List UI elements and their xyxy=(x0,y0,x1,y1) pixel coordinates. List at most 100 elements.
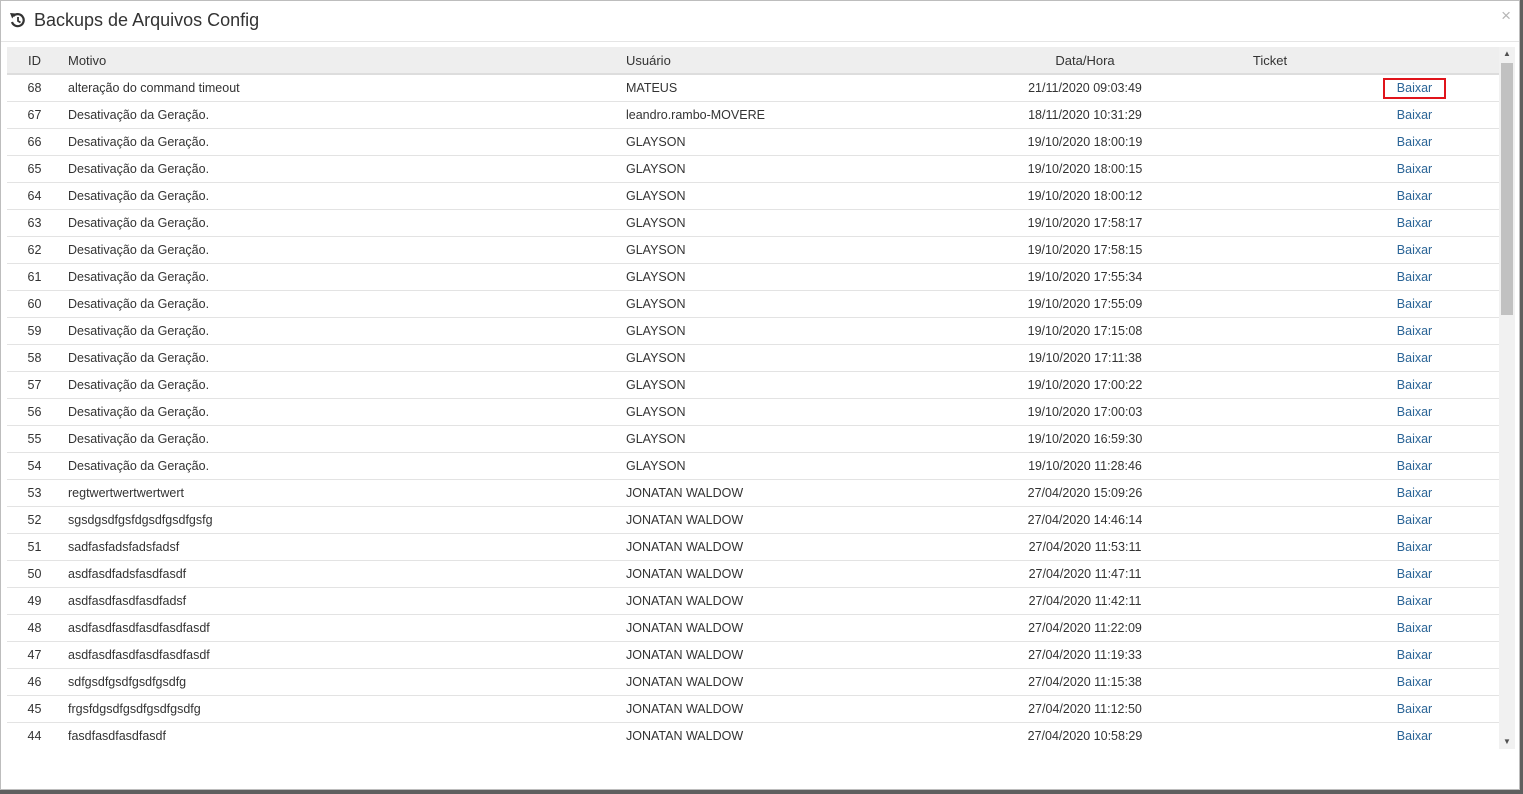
cell-action: Baixar xyxy=(1330,128,1499,156)
cell-id: 64 xyxy=(7,182,62,210)
cell-ticket xyxy=(1210,209,1330,237)
cell-id: 65 xyxy=(7,155,62,183)
cell-ticket xyxy=(1210,101,1330,129)
download-link[interactable]: Baixar xyxy=(1382,77,1447,99)
scroll-down-arrow-icon[interactable]: ▼ xyxy=(1499,735,1515,749)
download-link[interactable]: Baixar xyxy=(1385,350,1444,367)
cell-id: 56 xyxy=(7,398,62,426)
cell-action: Baixar xyxy=(1330,290,1499,318)
cell-data-hora: 27/04/2020 11:53:11 xyxy=(960,533,1210,561)
table-row: 44 fasdfasdfasdfasdf JONATAN WALDOW 27/04/2… xyxy=(7,722,1499,749)
cell-id: 45 xyxy=(7,695,62,723)
download-link[interactable]: Baixar xyxy=(1385,269,1444,286)
cell-usuario: JONATAN WALDOW xyxy=(620,587,960,615)
backup-dialog: Backups de Arquivos Config × ID Motivo U… xyxy=(0,0,1520,790)
cell-action: Baixar xyxy=(1330,425,1499,453)
cell-motivo: Desativação da Geração. xyxy=(62,371,620,399)
cell-usuario: GLAYSON xyxy=(620,344,960,372)
download-link[interactable]: Baixar xyxy=(1385,620,1444,637)
cell-ticket xyxy=(1210,560,1330,588)
column-header-data-hora: Data/Hora xyxy=(960,47,1210,75)
cell-data-hora: 27/04/2020 11:19:33 xyxy=(960,641,1210,669)
cell-motivo: Desativação da Geração. xyxy=(62,425,620,453)
download-link[interactable]: Baixar xyxy=(1385,701,1444,718)
download-link[interactable]: Baixar xyxy=(1385,431,1444,448)
cell-motivo: sdfgsdfgsdfgsdfgsdfg xyxy=(62,668,620,696)
cell-usuario: JONATAN WALDOW xyxy=(620,614,960,642)
cell-usuario: JONATAN WALDOW xyxy=(620,533,960,561)
download-link[interactable]: Baixar xyxy=(1385,674,1444,691)
download-link[interactable]: Baixar xyxy=(1385,539,1444,556)
cell-ticket xyxy=(1210,317,1330,345)
cell-id: 52 xyxy=(7,506,62,534)
cell-data-hora: 19/10/2020 17:11:38 xyxy=(960,344,1210,372)
backup-table-container: ID Motivo Usuário Data/Hora Ticket 68 alt… xyxy=(7,47,1515,749)
cell-id: 66 xyxy=(7,128,62,156)
cell-id: 58 xyxy=(7,344,62,372)
cell-ticket xyxy=(1210,290,1330,318)
table-header-row: ID Motivo Usuário Data/Hora Ticket xyxy=(7,47,1499,75)
download-link[interactable]: Baixar xyxy=(1385,242,1444,259)
cell-usuario: GLAYSON xyxy=(620,425,960,453)
download-link[interactable]: Baixar xyxy=(1385,323,1444,340)
download-link[interactable]: Baixar xyxy=(1385,512,1444,529)
cell-data-hora: 27/04/2020 14:46:14 xyxy=(960,506,1210,534)
cell-motivo: sgsdgsdfgsfdgsdfgsdfgsfg xyxy=(62,506,620,534)
cell-usuario: JONATAN WALDOW xyxy=(620,641,960,669)
cell-action: Baixar xyxy=(1330,587,1499,615)
cell-usuario: leandro.rambo-MOVERE xyxy=(620,101,960,129)
cell-motivo: sadfasfadsfadsfadsf xyxy=(62,533,620,561)
cell-id: 60 xyxy=(7,290,62,318)
cell-action: Baixar xyxy=(1330,74,1499,102)
table-row: 61 Desativação da Geração. GLAYSON 19/10/20… xyxy=(7,263,1499,291)
cell-ticket xyxy=(1210,695,1330,723)
cell-ticket xyxy=(1210,641,1330,669)
cell-motivo: regtwertwertwertwert xyxy=(62,479,620,507)
scroll-up-arrow-icon[interactable]: ▲ xyxy=(1499,47,1515,61)
cell-motivo: asdfasdfasdfasdfadsf xyxy=(62,587,620,615)
vertical-scrollbar[interactable]: ▲ ▼ xyxy=(1499,47,1515,749)
cell-motivo: Desativação da Geração. xyxy=(62,128,620,156)
cell-usuario: GLAYSON xyxy=(620,128,960,156)
table-row: 65 Desativação da Geração. GLAYSON 19/10/20… xyxy=(7,155,1499,183)
cell-id: 47 xyxy=(7,641,62,669)
cell-usuario: GLAYSON xyxy=(620,290,960,318)
download-link[interactable]: Baixar xyxy=(1385,107,1444,124)
close-icon[interactable]: × xyxy=(1501,7,1511,25)
cell-data-hora: 18/11/2020 10:31:29 xyxy=(960,101,1210,129)
scrollbar-thumb[interactable] xyxy=(1501,63,1513,315)
download-link[interactable]: Baixar xyxy=(1385,728,1444,745)
cell-data-hora: 27/04/2020 10:58:29 xyxy=(960,722,1210,749)
backup-table: ID Motivo Usuário Data/Hora Ticket 68 alt… xyxy=(7,47,1499,749)
table-row: 55 Desativação da Geração. GLAYSON 19/10/20… xyxy=(7,425,1499,453)
cell-action: Baixar xyxy=(1330,398,1499,426)
cell-data-hora: 19/10/2020 18:00:12 xyxy=(960,182,1210,210)
cell-id: 61 xyxy=(7,263,62,291)
cell-id: 63 xyxy=(7,209,62,237)
cell-id: 46 xyxy=(7,668,62,696)
download-link[interactable]: Baixar xyxy=(1385,215,1444,232)
cell-action: Baixar xyxy=(1330,641,1499,669)
download-link[interactable]: Baixar xyxy=(1385,377,1444,394)
table-row: 48 asdfasdfasdfasdfasdfasdf JONATAN WALDOW… xyxy=(7,614,1499,642)
download-link[interactable]: Baixar xyxy=(1385,404,1444,421)
cell-motivo: Desativação da Geração. xyxy=(62,344,620,372)
cell-action: Baixar xyxy=(1330,668,1499,696)
download-link[interactable]: Baixar xyxy=(1385,188,1444,205)
download-link[interactable]: Baixar xyxy=(1385,566,1444,583)
cell-data-hora: 19/10/2020 17:00:22 xyxy=(960,371,1210,399)
cell-ticket xyxy=(1210,236,1330,264)
table-row: 66 Desativação da Geração. GLAYSON 19/10/20… xyxy=(7,128,1499,156)
download-link[interactable]: Baixar xyxy=(1385,647,1444,664)
download-link[interactable]: Baixar xyxy=(1385,593,1444,610)
download-link[interactable]: Baixar xyxy=(1385,458,1444,475)
table-row: 57 Desativação da Geração. GLAYSON 19/10/20… xyxy=(7,371,1499,399)
download-link[interactable]: Baixar xyxy=(1385,485,1444,502)
download-link[interactable]: Baixar xyxy=(1385,161,1444,178)
cell-ticket xyxy=(1210,425,1330,453)
column-header-ticket: Ticket xyxy=(1210,47,1330,75)
table-row: 58 Desativação da Geração. GLAYSON 19/10/20… xyxy=(7,344,1499,372)
download-link[interactable]: Baixar xyxy=(1385,296,1444,313)
table-row: 50 asdfasdfadsfasdfasdf JONATAN WALDOW 27/0… xyxy=(7,560,1499,588)
download-link[interactable]: Baixar xyxy=(1385,134,1444,151)
